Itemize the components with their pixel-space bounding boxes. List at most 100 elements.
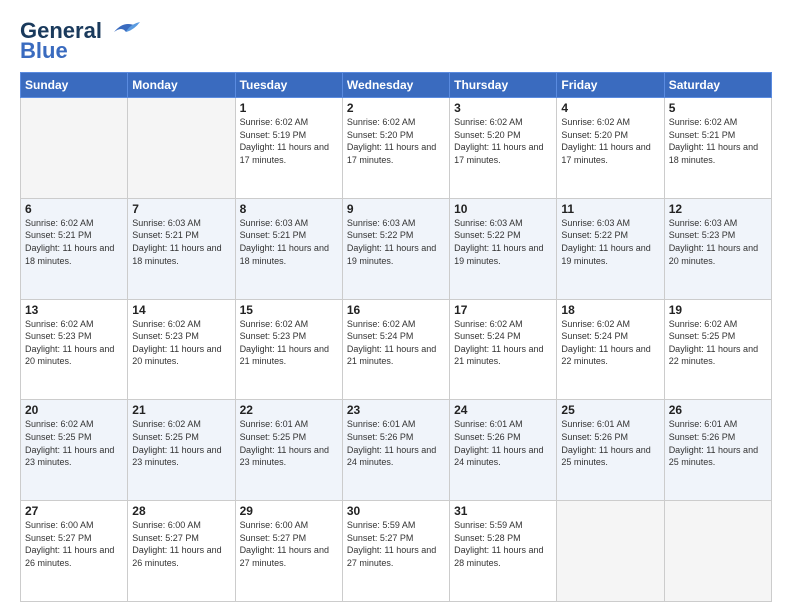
weekday-header-friday: Friday [557, 73, 664, 98]
day-number: 22 [240, 403, 338, 417]
header: General Blue [20, 18, 772, 64]
weekday-header-wednesday: Wednesday [342, 73, 449, 98]
calendar-cell: 11Sunrise: 6:03 AM Sunset: 5:22 PM Dayli… [557, 198, 664, 299]
day-number: 11 [561, 202, 659, 216]
day-number: 18 [561, 303, 659, 317]
calendar-week-row: 13Sunrise: 6:02 AM Sunset: 5:23 PM Dayli… [21, 299, 772, 400]
calendar-cell: 21Sunrise: 6:02 AM Sunset: 5:25 PM Dayli… [128, 400, 235, 501]
logo-bird-icon [106, 18, 142, 40]
day-number: 28 [132, 504, 230, 518]
day-detail: Sunrise: 6:02 AM Sunset: 5:23 PM Dayligh… [240, 318, 338, 368]
logo-blue: Blue [20, 38, 68, 64]
calendar-week-row: 20Sunrise: 6:02 AM Sunset: 5:25 PM Dayli… [21, 400, 772, 501]
calendar-cell: 20Sunrise: 6:02 AM Sunset: 5:25 PM Dayli… [21, 400, 128, 501]
day-detail: Sunrise: 6:00 AM Sunset: 5:27 PM Dayligh… [25, 519, 123, 569]
calendar-cell: 15Sunrise: 6:02 AM Sunset: 5:23 PM Dayli… [235, 299, 342, 400]
calendar-cell: 19Sunrise: 6:02 AM Sunset: 5:25 PM Dayli… [664, 299, 771, 400]
day-number: 24 [454, 403, 552, 417]
day-detail: Sunrise: 6:01 AM Sunset: 5:26 PM Dayligh… [347, 418, 445, 468]
day-number: 15 [240, 303, 338, 317]
day-detail: Sunrise: 6:03 AM Sunset: 5:21 PM Dayligh… [132, 217, 230, 267]
day-number: 25 [561, 403, 659, 417]
day-detail: Sunrise: 6:03 AM Sunset: 5:23 PM Dayligh… [669, 217, 767, 267]
weekday-header-saturday: Saturday [664, 73, 771, 98]
calendar-cell: 17Sunrise: 6:02 AM Sunset: 5:24 PM Dayli… [450, 299, 557, 400]
day-detail: Sunrise: 6:02 AM Sunset: 5:25 PM Dayligh… [25, 418, 123, 468]
day-detail: Sunrise: 6:02 AM Sunset: 5:24 PM Dayligh… [347, 318, 445, 368]
day-number: 6 [25, 202, 123, 216]
calendar-cell: 6Sunrise: 6:02 AM Sunset: 5:21 PM Daylig… [21, 198, 128, 299]
day-detail: Sunrise: 6:01 AM Sunset: 5:26 PM Dayligh… [561, 418, 659, 468]
day-number: 3 [454, 101, 552, 115]
calendar-cell: 25Sunrise: 6:01 AM Sunset: 5:26 PM Dayli… [557, 400, 664, 501]
day-number: 7 [132, 202, 230, 216]
day-detail: Sunrise: 6:03 AM Sunset: 5:22 PM Dayligh… [454, 217, 552, 267]
day-detail: Sunrise: 6:01 AM Sunset: 5:26 PM Dayligh… [454, 418, 552, 468]
calendar-cell: 8Sunrise: 6:03 AM Sunset: 5:21 PM Daylig… [235, 198, 342, 299]
calendar-cell: 13Sunrise: 6:02 AM Sunset: 5:23 PM Dayli… [21, 299, 128, 400]
day-detail: Sunrise: 6:02 AM Sunset: 5:23 PM Dayligh… [25, 318, 123, 368]
calendar-cell: 7Sunrise: 6:03 AM Sunset: 5:21 PM Daylig… [128, 198, 235, 299]
calendar-cell: 2Sunrise: 6:02 AM Sunset: 5:20 PM Daylig… [342, 98, 449, 199]
calendar-week-row: 27Sunrise: 6:00 AM Sunset: 5:27 PM Dayli… [21, 501, 772, 602]
day-detail: Sunrise: 6:03 AM Sunset: 5:22 PM Dayligh… [561, 217, 659, 267]
calendar-cell [557, 501, 664, 602]
day-detail: Sunrise: 6:01 AM Sunset: 5:25 PM Dayligh… [240, 418, 338, 468]
day-number: 2 [347, 101, 445, 115]
calendar-cell: 28Sunrise: 6:00 AM Sunset: 5:27 PM Dayli… [128, 501, 235, 602]
calendar-cell: 9Sunrise: 6:03 AM Sunset: 5:22 PM Daylig… [342, 198, 449, 299]
calendar-cell [664, 501, 771, 602]
day-detail: Sunrise: 6:02 AM Sunset: 5:24 PM Dayligh… [561, 318, 659, 368]
day-number: 9 [347, 202, 445, 216]
day-number: 8 [240, 202, 338, 216]
weekday-header-thursday: Thursday [450, 73, 557, 98]
day-detail: Sunrise: 6:02 AM Sunset: 5:23 PM Dayligh… [132, 318, 230, 368]
calendar-cell: 1Sunrise: 6:02 AM Sunset: 5:19 PM Daylig… [235, 98, 342, 199]
calendar-cell [21, 98, 128, 199]
day-detail: Sunrise: 6:02 AM Sunset: 5:20 PM Dayligh… [561, 116, 659, 166]
calendar-cell: 22Sunrise: 6:01 AM Sunset: 5:25 PM Dayli… [235, 400, 342, 501]
calendar-cell: 12Sunrise: 6:03 AM Sunset: 5:23 PM Dayli… [664, 198, 771, 299]
day-detail: Sunrise: 6:03 AM Sunset: 5:22 PM Dayligh… [347, 217, 445, 267]
calendar-cell: 29Sunrise: 6:00 AM Sunset: 5:27 PM Dayli… [235, 501, 342, 602]
day-number: 4 [561, 101, 659, 115]
day-detail: Sunrise: 6:02 AM Sunset: 5:20 PM Dayligh… [347, 116, 445, 166]
day-detail: Sunrise: 6:02 AM Sunset: 5:21 PM Dayligh… [25, 217, 123, 267]
calendar-cell: 27Sunrise: 6:00 AM Sunset: 5:27 PM Dayli… [21, 501, 128, 602]
weekday-header-sunday: Sunday [21, 73, 128, 98]
page: General Blue SundayMondayTuesdayWednesda… [0, 0, 792, 612]
calendar-header-row: SundayMondayTuesdayWednesdayThursdayFrid… [21, 73, 772, 98]
day-detail: Sunrise: 6:02 AM Sunset: 5:19 PM Dayligh… [240, 116, 338, 166]
day-detail: Sunrise: 6:02 AM Sunset: 5:25 PM Dayligh… [132, 418, 230, 468]
day-detail: Sunrise: 5:59 AM Sunset: 5:27 PM Dayligh… [347, 519, 445, 569]
day-detail: Sunrise: 6:03 AM Sunset: 5:21 PM Dayligh… [240, 217, 338, 267]
calendar-cell [128, 98, 235, 199]
day-number: 23 [347, 403, 445, 417]
day-number: 21 [132, 403, 230, 417]
weekday-header-monday: Monday [128, 73, 235, 98]
calendar-cell: 14Sunrise: 6:02 AM Sunset: 5:23 PM Dayli… [128, 299, 235, 400]
day-number: 20 [25, 403, 123, 417]
day-number: 13 [25, 303, 123, 317]
day-detail: Sunrise: 6:02 AM Sunset: 5:25 PM Dayligh… [669, 318, 767, 368]
calendar-week-row: 6Sunrise: 6:02 AM Sunset: 5:21 PM Daylig… [21, 198, 772, 299]
calendar-cell: 24Sunrise: 6:01 AM Sunset: 5:26 PM Dayli… [450, 400, 557, 501]
calendar-cell: 3Sunrise: 6:02 AM Sunset: 5:20 PM Daylig… [450, 98, 557, 199]
day-number: 16 [347, 303, 445, 317]
day-detail: Sunrise: 6:01 AM Sunset: 5:26 PM Dayligh… [669, 418, 767, 468]
day-number: 12 [669, 202, 767, 216]
day-number: 14 [132, 303, 230, 317]
day-number: 31 [454, 504, 552, 518]
calendar-cell: 18Sunrise: 6:02 AM Sunset: 5:24 PM Dayli… [557, 299, 664, 400]
day-detail: Sunrise: 6:00 AM Sunset: 5:27 PM Dayligh… [132, 519, 230, 569]
day-number: 30 [347, 504, 445, 518]
calendar-cell: 4Sunrise: 6:02 AM Sunset: 5:20 PM Daylig… [557, 98, 664, 199]
calendar-cell: 5Sunrise: 6:02 AM Sunset: 5:21 PM Daylig… [664, 98, 771, 199]
logo: General Blue [20, 18, 142, 64]
day-detail: Sunrise: 6:02 AM Sunset: 5:24 PM Dayligh… [454, 318, 552, 368]
day-number: 27 [25, 504, 123, 518]
calendar-cell: 16Sunrise: 6:02 AM Sunset: 5:24 PM Dayli… [342, 299, 449, 400]
day-number: 1 [240, 101, 338, 115]
calendar-table: SundayMondayTuesdayWednesdayThursdayFrid… [20, 72, 772, 602]
day-detail: Sunrise: 6:00 AM Sunset: 5:27 PM Dayligh… [240, 519, 338, 569]
